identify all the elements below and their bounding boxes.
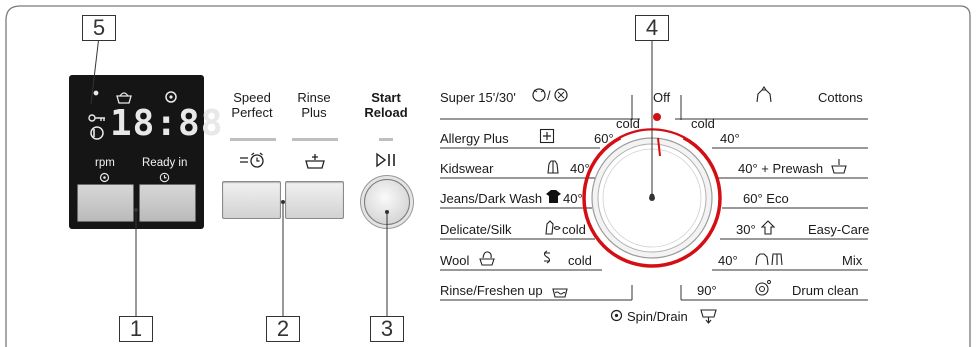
control-panel-diagram: 18:88 rpm Ready in Speed Perfect Rinse P… <box>0 0 976 347</box>
callout-2: 2 <box>266 316 300 342</box>
callout-1: 1 <box>119 316 153 342</box>
callout-4: 4 <box>635 15 669 41</box>
callout-leader-lines <box>90 35 655 316</box>
callout-5: 5 <box>82 15 116 41</box>
callout-3: 3 <box>370 316 404 342</box>
